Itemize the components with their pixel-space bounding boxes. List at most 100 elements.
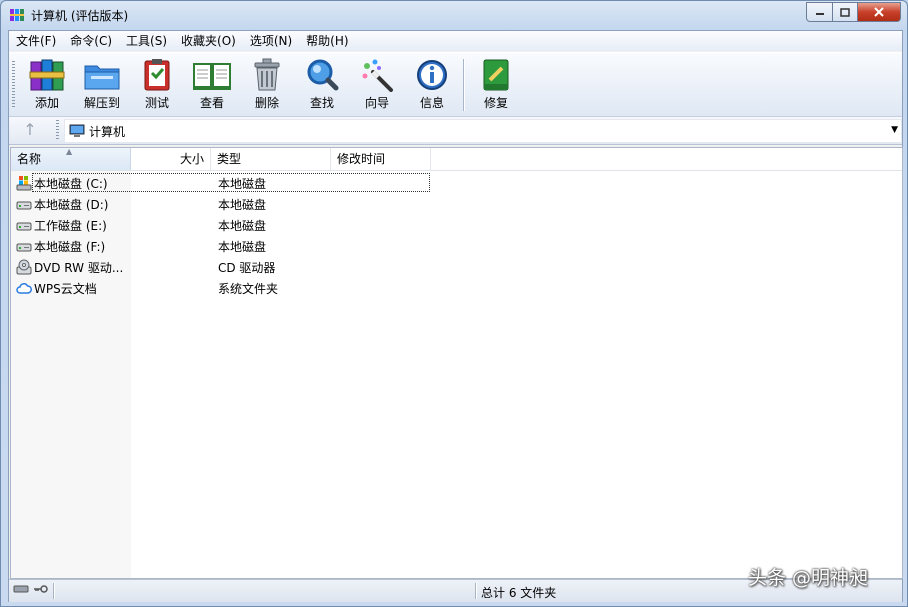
menu-commands[interactable]: 命令(C)	[63, 31, 119, 51]
computer-icon	[69, 124, 85, 137]
menu-tools[interactable]: 工具(S)	[119, 31, 174, 51]
column-size-label: 大小	[179, 152, 204, 166]
column-type-label: 类型	[217, 152, 242, 166]
menu-favorites[interactable]: 收藏夹(O)	[174, 31, 243, 51]
status-icons	[13, 584, 49, 594]
sort-ascending-icon: ▲	[66, 147, 73, 156]
minimize-button[interactable]	[806, 2, 833, 22]
address-grip[interactable]	[56, 120, 59, 141]
test-button[interactable]: 测试	[131, 55, 183, 113]
up-arrow-icon: ↑	[23, 120, 37, 139]
watermark: 头条 @明神昶	[748, 567, 869, 589]
info-button[interactable]: 信息	[406, 55, 458, 113]
menu-help[interactable]: 帮助(H)	[299, 31, 355, 51]
chevron-down-icon[interactable]: ▼	[891, 125, 898, 135]
address-field[interactable]: 计算机 ▼	[64, 119, 902, 143]
repair-label: 修复	[483, 96, 508, 110]
list-item[interactable]: WPS云文档 系统文件夹	[11, 277, 902, 298]
column-header-type[interactable]: 类型	[211, 148, 331, 170]
hard-drive-icon	[16, 222, 32, 231]
toolbar-separator	[463, 59, 465, 111]
file-name: 本地磁盘 (F:)	[34, 240, 106, 254]
list-header: ▲ 名称 大小 类型 修改时间	[11, 148, 902, 171]
find-label: 查找	[309, 96, 334, 110]
file-type: 系统文件夹	[218, 282, 279, 296]
maximize-button[interactable]	[833, 2, 858, 22]
column-modified-label: 修改时间	[337, 152, 386, 166]
wizard-button[interactable]: 向导	[351, 55, 403, 113]
app-window: 计算机 (评估版本) 文件(F) 命令(C) 工具(S) 收藏夹(O) 选项(N…	[0, 0, 908, 607]
file-type: CD 驱动器	[218, 261, 276, 275]
window-title: 计算机 (评估版本)	[31, 9, 129, 23]
hard-drive-icon	[16, 201, 32, 210]
magic-wand-icon	[362, 59, 393, 92]
status-divider	[53, 583, 55, 599]
file-type: 本地磁盘	[218, 177, 267, 191]
extract-to-button[interactable]: 解压到	[76, 55, 128, 113]
toolbar-grip[interactable]	[12, 61, 15, 107]
magnifier-icon	[307, 59, 339, 91]
cloud-icon	[16, 283, 32, 294]
list-item[interactable]: 工作磁盘 (E:) 本地磁盘	[11, 214, 902, 235]
winrar-app-icon	[10, 9, 24, 21]
folder-extract-icon	[84, 65, 120, 90]
key-icon[interactable]	[33, 584, 49, 594]
info-label: 信息	[419, 96, 444, 110]
view-label: 查看	[199, 96, 224, 110]
open-book-icon	[193, 63, 231, 90]
list-item[interactable]: DVD RW 驱动... CD 驱动器	[11, 256, 902, 277]
repair-button[interactable]: 修复	[470, 55, 522, 113]
status-divider	[475, 583, 477, 599]
file-name: WPS云文档	[34, 282, 97, 296]
test-label: 测试	[144, 96, 169, 110]
toolbar: 添加 解压到 测试 查看 删除 查找 向导 信息 修复	[9, 52, 902, 117]
archive-books-icon	[29, 59, 65, 91]
add-label: 添加	[34, 96, 59, 110]
file-type: 本地磁盘	[218, 219, 267, 233]
file-name: DVD RW 驱动...	[34, 261, 124, 275]
wizard-label: 向导	[364, 96, 389, 110]
title-bar[interactable]: 计算机 (评估版本)	[1, 1, 907, 29]
file-list[interactable]: ▲ 名称 大小 类型 修改时间 本地磁盘 (C:) 本地磁盘 本地磁盘 (D:)…	[10, 147, 903, 579]
column-header-modified[interactable]: 修改时间	[331, 148, 431, 170]
column-name-label: 名称	[17, 152, 42, 166]
list-item[interactable]: 本地磁盘 (C:) 本地磁盘	[11, 172, 902, 193]
list-item[interactable]: 本地磁盘 (D:) 本地磁盘	[11, 193, 902, 214]
column-header-name[interactable]: ▲ 名称	[11, 148, 131, 170]
file-name: 本地磁盘 (C:)	[34, 177, 108, 191]
address-path: 计算机	[89, 125, 126, 139]
file-name: 工作磁盘 (E:)	[34, 219, 107, 233]
extract-to-label: 解压到	[83, 96, 120, 110]
file-rows: 本地磁盘 (C:) 本地磁盘 本地磁盘 (D:) 本地磁盘 工作磁盘 (E:) …	[11, 172, 902, 298]
hard-drive-icon	[16, 243, 32, 252]
menu-file[interactable]: 文件(F)	[9, 31, 63, 51]
file-type: 本地磁盘	[218, 240, 267, 254]
find-button[interactable]: 查找	[296, 55, 348, 113]
info-icon	[417, 60, 447, 90]
add-button[interactable]: 添加	[21, 55, 73, 113]
delete-button[interactable]: 删除	[241, 55, 293, 113]
delete-label: 删除	[254, 96, 279, 110]
up-folder-button[interactable]: ↑	[19, 120, 41, 140]
system-drive-icon	[16, 176, 32, 191]
repair-kit-icon	[483, 59, 509, 91]
close-button[interactable]	[858, 2, 901, 22]
list-item[interactable]: 本地磁盘 (F:) 本地磁盘	[11, 235, 902, 256]
view-button[interactable]: 查看	[186, 55, 238, 113]
address-bar: ↑ 计算机 ▼	[9, 117, 902, 145]
trash-can-icon	[254, 58, 280, 91]
menu-options[interactable]: 选项(N)	[243, 31, 299, 51]
client-area: 文件(F) 命令(C) 工具(S) 收藏夹(O) 选项(N) 帮助(H) 添加	[8, 30, 903, 602]
dvd-drive-icon	[16, 259, 32, 275]
file-type: 本地磁盘	[218, 198, 267, 212]
minimize-icon	[815, 13, 824, 15]
close-icon	[874, 7, 884, 17]
menu-bar: 文件(F) 命令(C) 工具(S) 收藏夹(O) 选项(N) 帮助(H)	[9, 31, 902, 51]
column-header-size[interactable]: 大小	[131, 148, 211, 170]
status-summary: 总计 6 文件夹	[481, 586, 557, 600]
maximize-icon	[840, 7, 850, 17]
clipboard-check-icon	[144, 59, 170, 91]
drive-status-icon[interactable]	[13, 584, 29, 594]
file-name: 本地磁盘 (D:)	[34, 198, 109, 212]
window-controls	[806, 2, 901, 22]
